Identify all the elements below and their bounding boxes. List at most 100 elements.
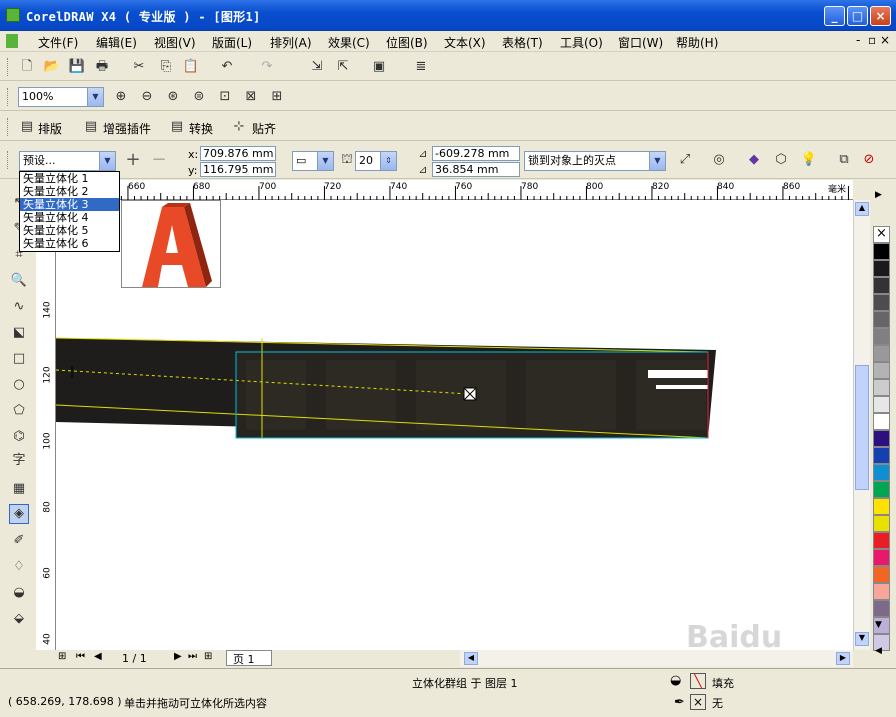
color-swatch[interactable]: [873, 260, 890, 277]
paiban-button[interactable]: 排版: [38, 120, 62, 137]
new-icon[interactable]: 🗋: [18, 58, 36, 76]
menu-view[interactable]: 视图(V): [154, 34, 196, 51]
palette-scroll-up-icon[interactable]: ▶: [875, 190, 882, 200]
zoom-all-icon[interactable]: ⊜: [190, 88, 208, 106]
clear-extrude-icon[interactable]: ⊘: [860, 151, 878, 169]
preset-option-selected[interactable]: 矢量立体化 3: [20, 198, 119, 211]
extrude-type-select[interactable]: ▭ ▼: [292, 151, 334, 171]
vanishing-point-select[interactable]: 锁到对象上的灭点 ▼: [524, 151, 666, 171]
bevel-icon[interactable]: ⬡: [772, 151, 790, 169]
menu-help[interactable]: 帮助(H): [676, 34, 718, 51]
copy-extrude-icon[interactable]: ⧉: [835, 151, 853, 169]
undo-icon[interactable]: ↶: [218, 58, 236, 76]
export-icon[interactable]: ⇱: [334, 58, 352, 76]
menu-window[interactable]: 窗口(W): [618, 34, 663, 51]
drawing-canvas[interactable]: Baidu: [56, 200, 853, 650]
plugins-button[interactable]: 增强插件: [103, 120, 151, 137]
color-swatch[interactable]: [873, 277, 890, 294]
zoom-in-icon[interactable]: ⊕: [112, 88, 130, 106]
table-tool-icon[interactable]: ▦: [10, 480, 28, 498]
text-tool-icon[interactable]: 字: [10, 452, 28, 470]
add-page-end-icon[interactable]: ⊞: [204, 651, 212, 662]
menu-bitmaps[interactable]: 位图(B): [386, 34, 428, 51]
zoom-out-icon[interactable]: ⊖: [138, 88, 156, 106]
snap-button[interactable]: 贴齐: [252, 120, 276, 137]
vertical-scrollbar[interactable]: ▲ ▼: [853, 200, 870, 650]
doc-close-button[interactable]: ×: [880, 33, 890, 47]
launcher-icon[interactable]: ▣: [370, 58, 388, 76]
scroll-left-button[interactable]: ◀: [464, 652, 478, 665]
zoom-height-icon[interactable]: ⊞: [268, 88, 286, 106]
next-page-icon[interactable]: ▶: [174, 651, 182, 662]
import-icon[interactable]: ⇲: [308, 58, 326, 76]
vp-x-input[interactable]: -609.278 mm: [432, 146, 520, 161]
doc-minimize-button[interactable]: -: [856, 33, 860, 47]
color-swatch[interactable]: [873, 515, 890, 532]
menu-text[interactable]: 文本(X): [444, 34, 486, 51]
outline-swatch[interactable]: ×: [690, 694, 706, 710]
color-swatch[interactable]: [873, 311, 890, 328]
zoom-selected-icon[interactable]: ⊛: [164, 88, 182, 106]
color-swatch[interactable]: [873, 464, 890, 481]
menu-layout[interactable]: 版面(L): [212, 34, 252, 51]
interactive-fill-icon[interactable]: ⬙: [10, 610, 28, 628]
ellipse-tool-icon[interactable]: ○: [10, 376, 28, 394]
rotation-icon[interactable]: ◎: [710, 151, 728, 169]
color-swatch[interactable]: [873, 549, 890, 566]
minimize-button[interactable]: _: [824, 6, 845, 26]
menu-effects[interactable]: 效果(C): [328, 34, 370, 51]
fill-swatch[interactable]: ╲: [690, 673, 706, 689]
horizontal-ruler[interactable]: 660 680 700 720 740 760 780 800 820 840 …: [56, 180, 853, 200]
open-icon[interactable]: 📂: [43, 58, 61, 76]
color-swatch[interactable]: [873, 294, 890, 311]
scroll-up-button[interactable]: ▲: [855, 202, 869, 216]
fill-tool-icon[interactable]: ◒: [10, 584, 28, 602]
color-swatch[interactable]: [873, 328, 890, 345]
preset-option[interactable]: 矢量立体化 6: [20, 237, 119, 250]
color-swatch[interactable]: [873, 379, 890, 396]
menu-table[interactable]: 表格(T): [502, 34, 543, 51]
preset-select[interactable]: 预设... ▼: [19, 151, 116, 171]
print-icon[interactable]: 🖶: [93, 58, 111, 76]
zoom-tool-icon[interactable]: 🔍: [10, 272, 28, 290]
close-button[interactable]: ×: [870, 6, 891, 26]
last-page-icon[interactable]: ⏭: [188, 651, 197, 662]
extrude-tool-icon[interactable]: ◈: [9, 504, 29, 524]
color-swatch[interactable]: [873, 430, 890, 447]
scroll-down-button[interactable]: ▼: [855, 632, 869, 646]
color-swatch[interactable]: [873, 362, 890, 379]
color-swatch[interactable]: [873, 413, 890, 430]
color-swatch[interactable]: [873, 566, 890, 583]
redo-icon[interactable]: ↷: [258, 58, 276, 76]
menu-arrange[interactable]: 排列(A): [270, 34, 312, 51]
zoom-select[interactable]: 100% ▼: [18, 87, 104, 107]
depth-input[interactable]: 20 ⇕: [355, 151, 397, 171]
smart-fill-icon[interactable]: ⬕: [10, 324, 28, 342]
y-input[interactable]: 116.795 mm: [200, 162, 276, 177]
copy-vp-icon[interactable]: ⤢: [676, 151, 694, 169]
preset-option[interactable]: 矢量立体化 4: [20, 211, 119, 224]
cut-icon[interactable]: ✂: [130, 58, 148, 76]
palette-flyout-icon[interactable]: ◀: [875, 646, 882, 656]
convert-button[interactable]: 转换: [189, 120, 213, 137]
vertical-ruler[interactable]: 140 120 100 80 60 40: [36, 200, 56, 650]
add-page-icon[interactable]: ⊞: [58, 651, 66, 662]
menu-tools[interactable]: 工具(O): [560, 34, 603, 51]
color-swatch[interactable]: [873, 396, 890, 413]
doc-restore-button[interactable]: ▫: [868, 33, 876, 47]
freehand-tool-icon[interactable]: ∿: [10, 298, 28, 316]
color-swatch[interactable]: [873, 600, 890, 617]
prev-page-icon[interactable]: ◀: [94, 651, 102, 662]
first-page-icon[interactable]: ⏮: [76, 651, 85, 662]
palette-scroll-down-icon[interactable]: ▼: [875, 620, 882, 630]
options-icon[interactable]: ≣: [412, 58, 430, 76]
add-preset-icon[interactable]: +: [124, 151, 142, 169]
extrude-color-icon[interactable]: ◆: [745, 151, 763, 169]
save-icon[interactable]: 💾: [68, 58, 86, 76]
scroll-right-button[interactable]: ▶: [836, 652, 850, 665]
maximize-button[interactable]: □: [847, 6, 868, 26]
color-swatch[interactable]: [873, 345, 890, 362]
vp-y-input[interactable]: 36.854 mm: [432, 162, 520, 177]
zoom-width-icon[interactable]: ⊠: [242, 88, 260, 106]
color-swatch[interactable]: [873, 532, 890, 549]
